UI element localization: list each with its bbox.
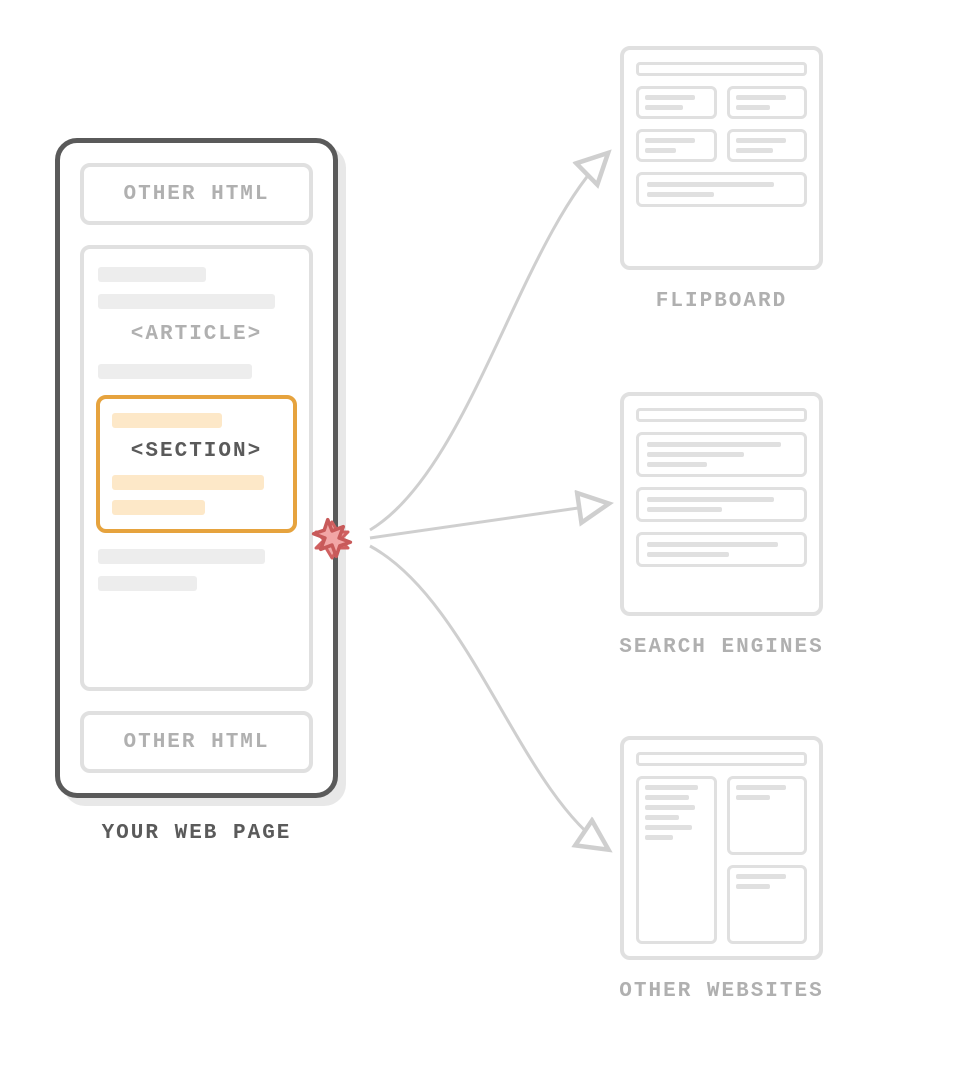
placeholder-line bbox=[647, 542, 778, 547]
placeholder-bar-highlight bbox=[112, 475, 264, 490]
placeholder-line bbox=[645, 148, 676, 153]
placeholder-bar bbox=[98, 267, 206, 282]
placeholder-line bbox=[736, 884, 770, 889]
placeholder-line bbox=[645, 795, 689, 800]
card-cell bbox=[727, 776, 808, 855]
placeholder-line bbox=[647, 192, 714, 197]
placeholder-line bbox=[645, 105, 683, 110]
result-row bbox=[636, 532, 807, 567]
arrow-to-other-websites bbox=[370, 546, 606, 848]
flipboard-card bbox=[620, 46, 823, 270]
placeholder-line bbox=[647, 452, 744, 457]
placeholder-line bbox=[736, 138, 786, 143]
card-cell bbox=[727, 865, 808, 944]
placeholder-line bbox=[647, 497, 774, 502]
card-cell-tall bbox=[636, 776, 717, 944]
placeholder-line bbox=[736, 95, 786, 100]
placeholder-line bbox=[645, 825, 692, 830]
section-label: <SECTION> bbox=[112, 440, 281, 463]
other-html-label: OTHER HTML bbox=[123, 183, 269, 206]
card-cell bbox=[727, 129, 808, 162]
other-html-label: OTHER HTML bbox=[123, 731, 269, 754]
placeholder-line bbox=[645, 138, 695, 143]
placeholder-line bbox=[647, 552, 729, 557]
card-cell bbox=[636, 129, 717, 162]
placeholder-bar-highlight bbox=[112, 413, 222, 428]
placeholder-bar bbox=[98, 294, 275, 309]
card-header-bar bbox=[636, 62, 807, 76]
card-footer-box bbox=[636, 172, 807, 207]
error-x-icon bbox=[310, 516, 354, 560]
arrow-to-flipboard bbox=[370, 155, 606, 530]
search-engines-card bbox=[620, 392, 823, 616]
placeholder-line bbox=[736, 148, 774, 153]
result-row bbox=[636, 487, 807, 522]
other-websites-label: OTHER WEBSITES bbox=[575, 980, 868, 1003]
placeholder-line bbox=[647, 442, 781, 447]
placeholder-line bbox=[645, 805, 695, 810]
result-row bbox=[636, 432, 807, 477]
placeholder-bar bbox=[98, 364, 252, 379]
webpage-caption: YOUR WEB PAGE bbox=[55, 822, 338, 845]
article-box: <ARTICLE> <SECTION> bbox=[80, 245, 313, 691]
placeholder-line bbox=[645, 835, 673, 840]
placeholder-line bbox=[647, 182, 774, 187]
other-html-top: OTHER HTML bbox=[80, 163, 313, 225]
other-websites-card bbox=[620, 736, 823, 960]
placeholder-line bbox=[645, 785, 698, 790]
placeholder-line bbox=[736, 795, 770, 800]
placeholder-bar bbox=[98, 549, 265, 564]
placeholder-line bbox=[645, 95, 695, 100]
placeholder-line bbox=[736, 785, 786, 790]
search-engines-label: SEARCH ENGINES bbox=[575, 636, 868, 659]
card-header-bar bbox=[636, 408, 807, 422]
placeholder-line bbox=[736, 105, 770, 110]
flipboard-label: FLIPBOARD bbox=[620, 290, 823, 313]
other-html-bottom: OTHER HTML bbox=[80, 711, 313, 773]
card-header-bar bbox=[636, 752, 807, 766]
arrow-to-search-engines bbox=[370, 504, 606, 538]
section-box: <SECTION> bbox=[96, 395, 297, 533]
webpage-box: OTHER HTML <ARTICLE> <SECTION> OTHER HTM… bbox=[55, 138, 338, 798]
card-grid bbox=[636, 776, 807, 944]
card-grid bbox=[636, 86, 807, 162]
card-cell bbox=[636, 86, 717, 119]
placeholder-line bbox=[647, 507, 722, 512]
placeholder-line bbox=[647, 462, 707, 467]
placeholder-bar bbox=[98, 576, 197, 591]
article-label: <ARTICLE> bbox=[98, 323, 295, 346]
card-cell bbox=[727, 86, 808, 119]
placeholder-line bbox=[645, 815, 679, 820]
placeholder-line bbox=[736, 874, 786, 879]
placeholder-bar-highlight bbox=[112, 500, 205, 515]
